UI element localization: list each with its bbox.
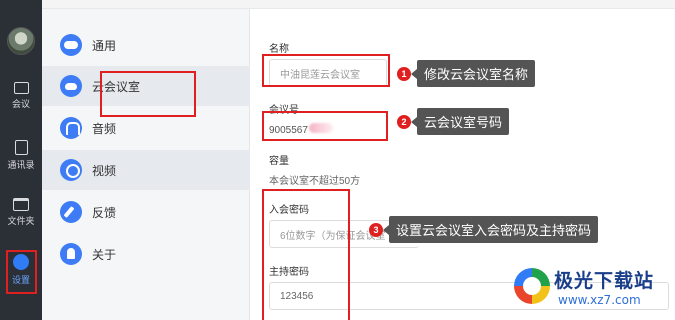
- watermark-url: www.xz7.com: [558, 293, 641, 307]
- cloud-icon: [60, 75, 82, 97]
- avatar[interactable]: [7, 27, 35, 55]
- rail-item-contacts[interactable]: 通讯录: [0, 140, 42, 171]
- callout-1: 1 修改云会议室名称: [397, 60, 536, 87]
- annotation-highlight-passwords: [262, 189, 350, 320]
- left-rail: 会议 通讯录 文件夹 设置: [0, 0, 42, 320]
- watermark: 极光下载站 www.xz7.com: [514, 262, 674, 320]
- menu-item-label: 通用: [92, 38, 117, 53]
- webcam-icon: [60, 159, 82, 181]
- callout-text: 云会议室号码: [410, 108, 510, 135]
- menu-item-label: 音频: [92, 121, 117, 136]
- pencil-icon: [60, 201, 82, 223]
- callout-number: 1: [397, 66, 411, 81]
- callout-number: 3: [369, 222, 383, 237]
- rail-item-label: 通讯录: [7, 160, 35, 170]
- settings-menu: 通用 云会议室 音频 视频 反馈 关于: [42, 9, 250, 320]
- site-logo-icon: [514, 268, 550, 304]
- name-label: 名称: [269, 44, 289, 55]
- menu-item-label: 反馈: [92, 205, 117, 220]
- toggle-icon: [60, 34, 82, 56]
- callout-3: 3 设置云会议室入会密码及主持密码: [369, 216, 599, 243]
- rail-item-label: 文件夹: [7, 216, 35, 226]
- menu-item-label: 视频: [92, 163, 117, 178]
- lightbulb-icon: [60, 243, 82, 265]
- annotation-highlight-name: [262, 54, 390, 87]
- menu-item-general[interactable]: 通用: [42, 25, 250, 65]
- camera-icon: [13, 82, 29, 94]
- contacts-icon: [14, 140, 28, 155]
- annotation-highlight-cloud-room: [100, 71, 196, 117]
- annotation-highlight-settings: [6, 250, 37, 294]
- callout-number: 2: [397, 114, 411, 129]
- folder-icon: [13, 198, 29, 211]
- headphones-icon: [60, 117, 82, 139]
- capacity-text: 本会议室不超过50方: [269, 176, 361, 187]
- watermark-title: 极光下载站: [554, 270, 655, 292]
- rail-item-meeting[interactable]: 会议: [0, 82, 42, 110]
- annotation-highlight-room-number: [262, 111, 388, 141]
- callout-text: 设置云会议室入会密码及主持密码: [382, 216, 599, 243]
- menu-item-label: 关于: [92, 247, 117, 262]
- rail-item-files[interactable]: 文件夹: [0, 198, 42, 227]
- menu-item-video[interactable]: 视频: [42, 150, 250, 190]
- callout-2: 2 云会议室号码: [397, 108, 510, 135]
- top-strip: [42, 0, 675, 9]
- callout-text: 修改云会议室名称: [410, 60, 536, 87]
- rail-item-label: 会议: [11, 99, 30, 109]
- menu-item-about[interactable]: 关于: [42, 234, 250, 274]
- menu-item-feedback[interactable]: 反馈: [42, 192, 250, 232]
- capacity-label: 容量: [269, 156, 289, 167]
